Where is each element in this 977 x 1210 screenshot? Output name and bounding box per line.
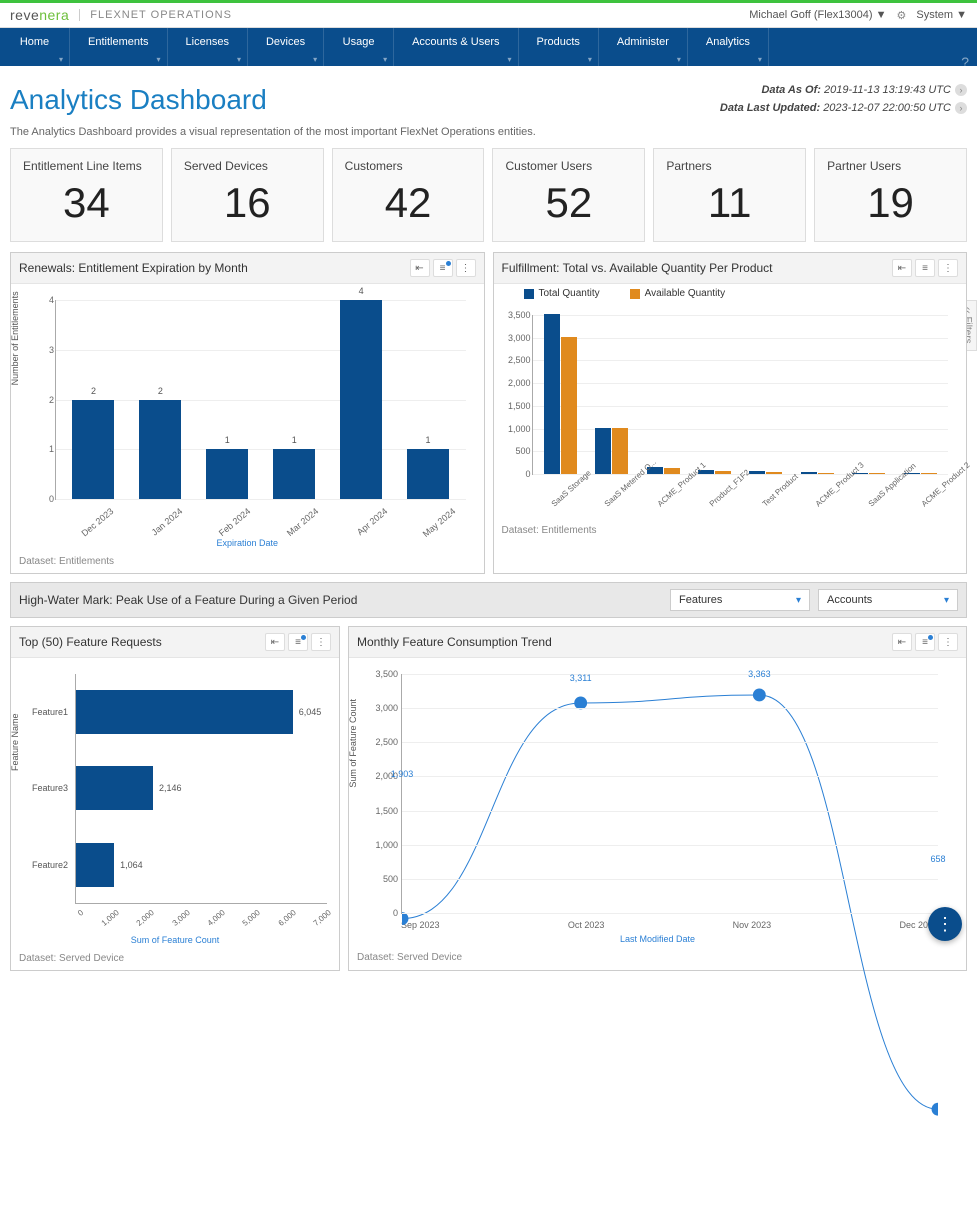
select-features[interactable]: Features▾: [670, 589, 810, 611]
user-menu[interactable]: Michael Goff (Flex13004) ▼: [749, 9, 886, 21]
legend-available: Available Quantity: [630, 288, 725, 299]
filter-icon[interactable]: ≡: [288, 633, 308, 651]
reset-icon[interactable]: ⇤: [892, 633, 912, 651]
system-menu[interactable]: System ▼: [916, 9, 967, 21]
top50-chart: Feature1Feature3Feature2 6,0452,1461,064: [75, 674, 327, 904]
page-title: Analytics Dashboard: [10, 84, 267, 116]
more-icon[interactable]: ⋮: [456, 259, 476, 277]
brand-logo: revenera: [10, 7, 69, 23]
panel-top-50: Top (50) Feature Requests ⇤ ≡ ⋮ Feature …: [10, 626, 340, 971]
y-axis-label: Number of Entitlements: [10, 291, 20, 385]
kpi-customer-users: Customer Users52: [492, 148, 645, 242]
y-axis-label: Feature Name: [10, 713, 20, 771]
nav-accounts-users[interactable]: Accounts & Users▾: [394, 28, 518, 66]
y-axis-label: Sum of Feature Count: [348, 699, 358, 788]
nav-products[interactable]: Products▾: [519, 28, 599, 66]
main-nav: Home▾ Entitlements▾ Licenses▾ Devices▾ U…: [0, 28, 977, 66]
panel-title: Renewals: Entitlement Expiration by Mont…: [19, 261, 248, 275]
dataset-label: Dataset: Entitlements: [11, 552, 484, 573]
chevron-down-icon: ▾: [944, 595, 949, 606]
panel-title: Top (50) Feature Requests: [19, 635, 162, 649]
chevron-down-icon: ▾: [796, 595, 801, 606]
nav-home[interactable]: Home▾: [0, 28, 70, 66]
select-accounts[interactable]: Accounts▾: [818, 589, 958, 611]
filter-icon[interactable]: ≡: [915, 633, 935, 651]
data-timestamps: Data As Of: 2019-11-13 13:19:43 UTC› Dat…: [720, 84, 967, 114]
kpi-entitlement-line-items: Entitlement Line Items34: [10, 148, 163, 242]
nav-analytics[interactable]: Analytics▾: [688, 28, 769, 66]
panel-fulfillment: Fulfillment: Total vs. Available Quantit…: [493, 252, 968, 574]
high-water-title: High-Water Mark: Peak Use of a Feature D…: [19, 593, 357, 607]
panel-trend: Monthly Feature Consumption Trend ⇤ ≡ ⋮ …: [348, 626, 967, 971]
more-icon[interactable]: ⋮: [311, 633, 331, 651]
filter-icon[interactable]: ≡: [915, 259, 935, 277]
trend-chart: 05001,0001,5002,0002,5003,0003,500 1,903…: [401, 674, 938, 914]
reset-icon[interactable]: ⇤: [410, 259, 430, 277]
more-icon[interactable]: ⋮: [938, 633, 958, 651]
kpi-partners: Partners11: [653, 148, 806, 242]
renewals-chart: 01234221141: [55, 300, 466, 500]
x-axis-label: Expiration Date: [19, 538, 476, 548]
nav-usage[interactable]: Usage▾: [324, 28, 394, 66]
topbar: revenera FLEXNET OPERATIONS Michael Goff…: [0, 0, 977, 28]
filter-icon[interactable]: ≡: [433, 259, 453, 277]
help-icon[interactable]: ?: [961, 54, 969, 70]
panel-title: Fulfillment: Total vs. Available Quantit…: [502, 261, 773, 275]
nav-entitlements[interactable]: Entitlements▾: [70, 28, 168, 66]
fab-button[interactable]: ⋮: [928, 907, 962, 941]
kpi-partner-users: Partner Users19: [814, 148, 967, 242]
legend-total: Total Quantity: [524, 288, 600, 299]
fulfillment-chart: 05001,0001,5002,0002,5003,0003,500: [532, 315, 949, 475]
kpi-served-devices: Served Devices16: [171, 148, 324, 242]
kpi-customers: Customers42: [332, 148, 485, 242]
reset-icon[interactable]: ⇤: [265, 633, 285, 651]
more-icon[interactable]: ⋮: [938, 259, 958, 277]
page-description: The Analytics Dashboard provides a visua…: [10, 126, 967, 138]
nav-licenses[interactable]: Licenses▾: [168, 28, 248, 66]
nav-administer[interactable]: Administer▾: [599, 28, 688, 66]
chevron-right-icon[interactable]: ›: [955, 84, 967, 96]
gear-icon[interactable]: ⚙: [897, 9, 907, 22]
high-water-bar: High-Water Mark: Peak Use of a Feature D…: [10, 582, 967, 618]
kpi-row: Entitlement Line Items34 Served Devices1…: [10, 148, 967, 242]
panel-title: Monthly Feature Consumption Trend: [357, 635, 552, 649]
reset-icon[interactable]: ⇤: [892, 259, 912, 277]
nav-devices[interactable]: Devices▾: [248, 28, 324, 66]
app-name: FLEXNET OPERATIONS: [79, 9, 232, 21]
x-axis-label: Sum of Feature Count: [19, 935, 331, 945]
chevron-right-icon[interactable]: ›: [955, 102, 967, 114]
panel-renewals: Renewals: Entitlement Expiration by Mont…: [10, 252, 485, 574]
dataset-label: Dataset: Served Device: [11, 949, 339, 970]
